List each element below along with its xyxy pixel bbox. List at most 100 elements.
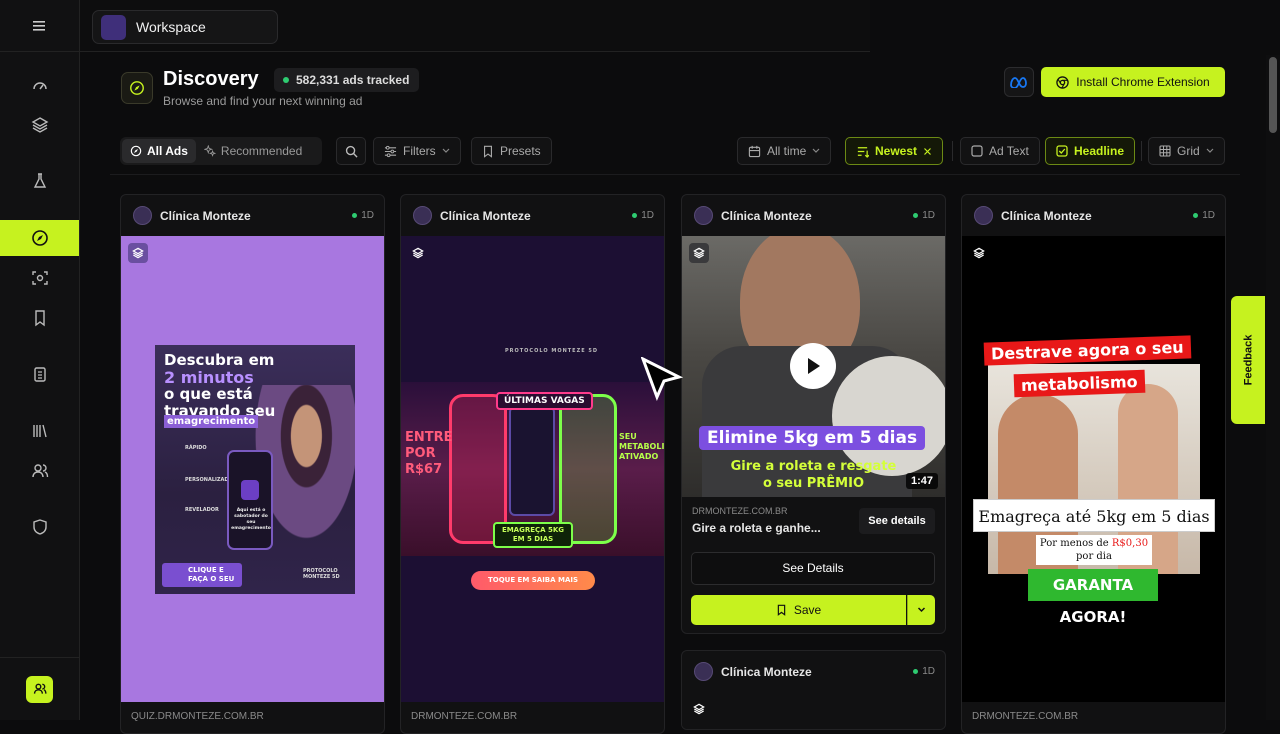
ad-domain[interactable]: QUIZ.DRMONTEZE.COM.BR — [131, 711, 264, 722]
sidebar-item-discovery[interactable] — [0, 220, 79, 256]
ad-domain[interactable]: DRMONTEZE.COM.BR — [972, 711, 1078, 722]
tab-recommended[interactable]: Recommended — [196, 139, 310, 163]
sidebar-item-layers[interactable] — [0, 107, 79, 143]
ad-domain[interactable]: DRMONTEZE.COM.BR — [411, 711, 517, 722]
ad-creative[interactable]: Descubra em 2 minutos o que está travand… — [121, 236, 384, 702]
presets-button[interactable]: Presets — [471, 137, 552, 165]
workspace-switcher[interactable]: Workspace — [92, 10, 278, 44]
save-button[interactable]: Save — [691, 595, 906, 625]
sidebar-item-library[interactable] — [0, 413, 79, 449]
advertiser-avatar — [694, 206, 713, 225]
ad-card[interactable]: Clínica Monteze 1D — [681, 650, 946, 730]
users-icon — [31, 464, 48, 478]
cursor-icon — [641, 357, 683, 402]
ad-video[interactable]: Elimine 5kg em 5 dias Gire a roleta e re… — [682, 236, 945, 497]
ad-card[interactable]: Clínica Monteze 1D PROTOCOLO MONTEZE 5D … — [400, 194, 665, 734]
meta-button[interactable] — [1004, 67, 1034, 97]
save-options-button[interactable] — [907, 595, 935, 625]
ad-card[interactable]: Clínica Monteze 1D Destrave agora o seu … — [961, 194, 1226, 734]
sidebar-item-team[interactable] — [0, 453, 79, 489]
creative-cta: CLIQUE E FAÇA O SEU — [162, 563, 242, 587]
time-range-select[interactable]: All time — [737, 137, 832, 165]
creative-price-suffix: por dia — [1076, 551, 1112, 562]
filters-label: Filters — [403, 144, 436, 158]
creative-bullet2: PERSONALIZADO — [185, 477, 233, 483]
advertiser-name[interactable]: Clínica Monteze — [440, 209, 531, 223]
sidebar-item-security[interactable] — [0, 509, 79, 545]
sidebar-item-board[interactable] — [0, 356, 79, 392]
tab-recommended-label: Recommended — [220, 144, 303, 158]
bookmark-icon — [34, 310, 45, 327]
layers-icon — [693, 703, 705, 715]
search-button[interactable] — [336, 137, 366, 165]
ad-domain[interactable]: DRMONTEZE.COM.BR — [692, 506, 788, 516]
account-avatar[interactable] — [26, 675, 53, 703]
grid-icon — [1159, 145, 1171, 157]
center-panel — [509, 406, 555, 516]
creative-price-value: R$0,30 — [1111, 538, 1149, 549]
ad-age: 1D — [1193, 210, 1215, 221]
ad-creative[interactable]: Destrave agora o seu metabolismo Emagreç… — [962, 236, 1225, 702]
creative-phone: Aqui está o sabotador do seu emagrecimen… — [227, 450, 273, 550]
layers-icon — [412, 247, 424, 259]
creative-brand: PROTOCOLO MONTEZE 5D — [505, 348, 598, 354]
ad-text-toggle[interactable]: Ad Text — [960, 137, 1040, 165]
creative-price-text: Por menos de — [1039, 538, 1112, 549]
carousel-layers-icon — [689, 699, 709, 719]
ad-card[interactable]: Clínica Monteze 1D Descubra em 2 minutos… — [120, 194, 385, 734]
creative-top-line2: metabolismo — [1013, 369, 1145, 398]
install-extension-label: Install Chrome Extension — [1076, 75, 1210, 89]
ad-text-label: Ad Text — [989, 144, 1029, 158]
scrollbar-thumb[interactable] — [1269, 57, 1277, 133]
carousel-layers-icon — [408, 243, 428, 263]
creative-line5: emagrecimento — [164, 415, 259, 428]
tab-all-ads[interactable]: All Ads — [122, 139, 196, 163]
see-details-button[interactable]: See Details — [691, 552, 935, 585]
chevron-down-icon — [1206, 148, 1214, 153]
advertiser-avatar — [974, 206, 993, 225]
creative-right-text: SEU METABOLISMO ATIVADO — [619, 432, 664, 461]
menu-button[interactable] — [0, 0, 79, 52]
scrollbar[interactable] — [1266, 55, 1280, 720]
view-select[interactable]: Grid — [1148, 137, 1225, 165]
advertiser-name[interactable]: Clínica Monteze — [721, 209, 812, 223]
ads-tracked-badge: 582,331 ads tracked — [274, 68, 420, 92]
active-dot — [913, 213, 919, 218]
play-button[interactable] — [790, 343, 836, 389]
ad-creative[interactable] — [682, 692, 945, 729]
filters-button[interactable]: Filters — [373, 137, 461, 165]
toolbar-divider — [1141, 141, 1142, 161]
advertiser-name[interactable]: Clínica Monteze — [721, 665, 812, 679]
creative-top-line1: Destrave agora o seu — [983, 335, 1192, 366]
gauge-icon — [32, 82, 47, 90]
advertiser-name[interactable]: Clínica Monteze — [1001, 209, 1092, 223]
hamburger-icon — [32, 20, 45, 31]
ad-age-label: 1D — [361, 210, 374, 221]
bookmark-icon — [484, 145, 492, 158]
install-extension-button[interactable]: Install Chrome Extension — [1041, 67, 1225, 97]
close-icon[interactable] — [923, 147, 932, 156]
ad-card[interactable]: Clínica Monteze 1D Elimine 5kg em 5 dias… — [681, 194, 946, 634]
headline-toggle[interactable]: Headline — [1045, 137, 1136, 165]
video-duration: 1:47 — [905, 473, 938, 489]
sliders-icon — [384, 145, 397, 157]
creative-line2: 2 minutos — [164, 368, 254, 387]
card-header: Clínica Monteze 1D — [121, 195, 384, 236]
sidebar-item-scan[interactable] — [0, 260, 79, 296]
creative-scene: ÚLTIMAS VAGAS ENTRE POR R$67 SEU METABOL… — [401, 382, 664, 556]
see-details-small-button[interactable]: See details — [859, 508, 935, 534]
scan-eye-icon — [31, 271, 48, 285]
chevron-down-icon — [812, 148, 820, 153]
advertiser-name[interactable]: Clínica Monteze — [160, 209, 251, 223]
feedback-tab[interactable]: Feedback — [1231, 296, 1265, 424]
sidebar-item-dashboard[interactable] — [0, 67, 79, 103]
sidebar-item-lab[interactable] — [0, 163, 79, 199]
sort-newest-chip[interactable]: Newest — [845, 137, 944, 165]
ad-age-label: 1D — [922, 210, 935, 221]
sidebar-item-saved[interactable] — [0, 300, 79, 336]
creative-left-text: ENTRE POR R$67 — [405, 430, 453, 477]
ad-creative[interactable]: PROTOCOLO MONTEZE 5D ÚLTIMAS VAGAS ENTRE… — [401, 236, 664, 702]
ads-scope-toggle: All Ads Recommended — [120, 137, 322, 165]
presets-label: Presets — [500, 144, 541, 158]
ad-headline: Gire a roleta e ganhe... — [692, 521, 821, 535]
